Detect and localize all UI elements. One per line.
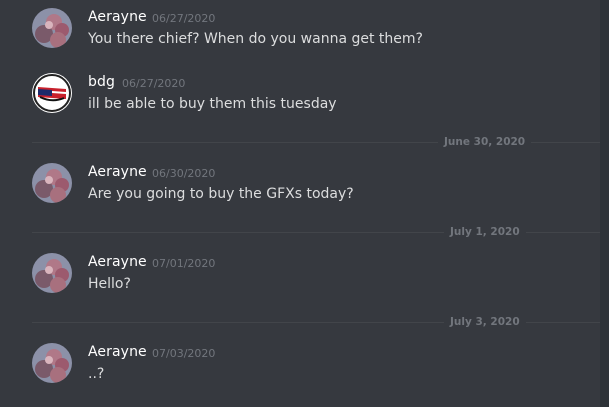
- message-timestamp: 06/27/2020: [152, 12, 216, 25]
- message-timestamp: 06/27/2020: [122, 77, 186, 90]
- message-content: You there chief? When do you wanna get t…: [88, 31, 423, 47]
- message-timestamp: 06/30/2020: [152, 167, 216, 180]
- chat-messages: Aerayne 06/27/2020 You there chief? When…: [0, 0, 600, 407]
- date-divider-label: June 30, 2020: [438, 135, 532, 149]
- message-content: Hello?: [88, 276, 131, 292]
- message-content: Are you going to buy the GFXs today?: [88, 186, 354, 202]
- message-author[interactable]: Aerayne: [88, 164, 147, 180]
- message-item: Aerayne 07/01/2020 Hello?: [0, 253, 600, 297]
- flag-avatar-icon[interactable]: [32, 73, 72, 113]
- message-item: Aerayne 07/03/2020 ..?: [0, 343, 600, 387]
- scrollbar-track[interactable]: [600, 0, 609, 407]
- message-content: ..?: [88, 366, 105, 382]
- cherry-blossom-avatar-icon[interactable]: [32, 343, 72, 383]
- message-item: Aerayne 06/30/2020 Are you going to buy …: [0, 163, 600, 207]
- date-divider: July 3, 2020: [32, 315, 600, 329]
- message-item: bdg 06/27/2020 ill be able to buy them t…: [0, 73, 600, 117]
- message-timestamp: 07/03/2020: [152, 347, 216, 360]
- message-timestamp: 07/01/2020: [152, 257, 216, 270]
- message-author[interactable]: bdg: [88, 74, 115, 90]
- cherry-blossom-avatar-icon[interactable]: [32, 253, 72, 293]
- message-author[interactable]: Aerayne: [88, 9, 147, 25]
- date-divider: July 1, 2020: [32, 225, 600, 239]
- date-divider: June 30, 2020: [32, 135, 600, 149]
- cherry-blossom-avatar-icon[interactable]: [32, 163, 72, 203]
- message-content: ill be able to buy them this tuesday: [88, 96, 337, 112]
- date-divider-label: July 1, 2020: [444, 225, 526, 239]
- message-author[interactable]: Aerayne: [88, 254, 147, 270]
- message-author[interactable]: Aerayne: [88, 344, 147, 360]
- cherry-blossom-avatar-icon[interactable]: [32, 8, 72, 48]
- date-divider-label: July 3, 2020: [444, 315, 526, 329]
- message-item: Aerayne 06/27/2020 You there chief? When…: [0, 8, 600, 52]
